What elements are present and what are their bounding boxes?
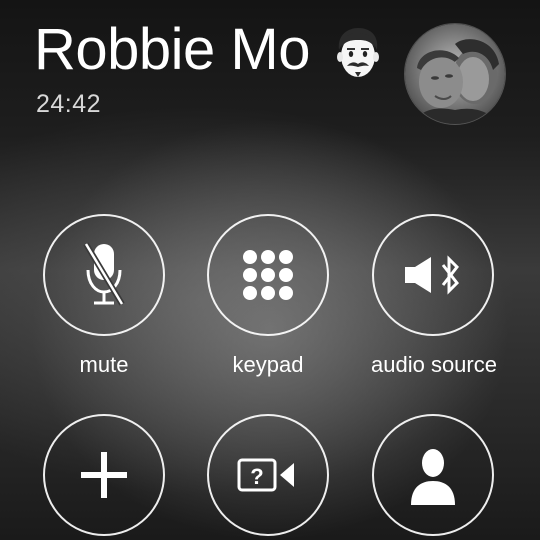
facetime-unknown-icon: ? xyxy=(236,457,300,493)
keypad-button[interactable] xyxy=(207,214,329,336)
caller-name: Robbie Mo xyxy=(34,17,310,82)
add-call-button[interactable] xyxy=(43,414,165,536)
facetime-button[interactable]: ? xyxy=(207,414,329,536)
caller-avatar xyxy=(404,23,506,125)
contact-silhouette-icon xyxy=(409,445,457,505)
contacts-button[interactable] xyxy=(372,414,494,536)
keypad-label: keypad xyxy=(232,352,304,377)
mustache-man-emoji-icon xyxy=(333,26,383,82)
plus-icon xyxy=(79,450,129,500)
call-duration: 24:42 xyxy=(36,90,102,118)
audio-source-label: audio source xyxy=(371,352,497,377)
svg-text:?: ? xyxy=(250,464,263,489)
audio-source-button[interactable] xyxy=(372,214,494,336)
mute-label: mute xyxy=(79,352,129,377)
muted-microphone-icon xyxy=(82,240,126,310)
speaker-bluetooth-icon xyxy=(403,253,463,297)
keypad-grid-icon xyxy=(242,249,294,301)
mute-button[interactable] xyxy=(43,214,165,336)
